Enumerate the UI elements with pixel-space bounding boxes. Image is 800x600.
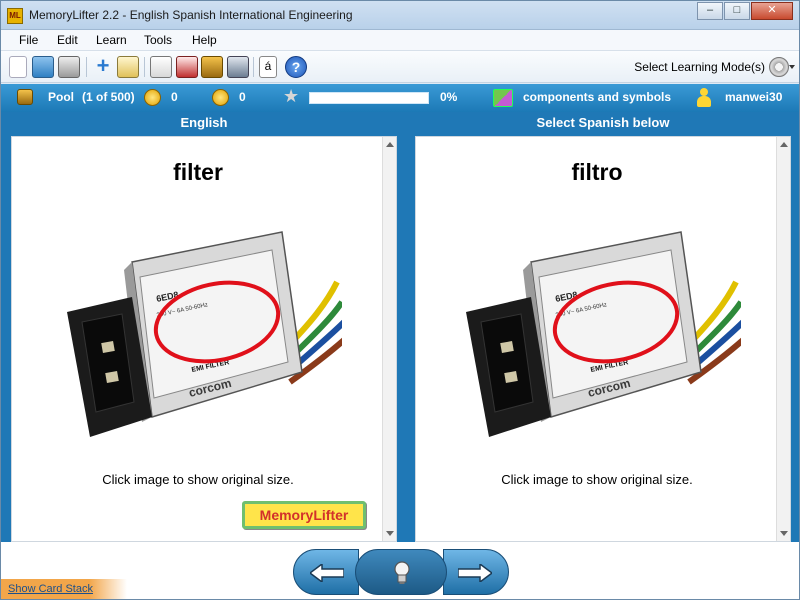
progress-bar bbox=[309, 92, 429, 104]
question-word: filter bbox=[173, 159, 223, 185]
user-icon bbox=[697, 88, 711, 107]
question-scrollbar[interactable] bbox=[382, 137, 396, 541]
progress-text: 0% bbox=[440, 90, 458, 104]
gear-icon[interactable] bbox=[769, 57, 789, 77]
slideshow-icon[interactable] bbox=[150, 56, 172, 78]
chapter-icon bbox=[493, 89, 513, 107]
menu-edit[interactable]: Edit bbox=[57, 33, 78, 47]
window-title: MemoryLifter 2.2 - English Spanish Inter… bbox=[29, 8, 353, 22]
help-icon[interactable]: ? bbox=[285, 56, 307, 78]
show-card-stack-link[interactable]: Show Card Stack bbox=[8, 583, 93, 595]
chevron-down-icon[interactable] bbox=[789, 65, 795, 69]
menu-help[interactable]: Help bbox=[192, 33, 217, 47]
learning-mode-label[interactable]: Select Learning Mode(s) bbox=[634, 60, 765, 74]
menu-bar: File Edit Learn Tools Help bbox=[1, 30, 799, 51]
menu-tools[interactable]: Tools bbox=[144, 33, 172, 47]
app-window: ML MemoryLifter 2.2 - English Spanish In… bbox=[0, 0, 800, 600]
title-bar: ML MemoryLifter 2.2 - English Spanish In… bbox=[1, 1, 799, 30]
emi-filter-image[interactable]: 6ED8 250 V~ 6A 50-60Hz EMI FILTER corcom bbox=[461, 222, 746, 462]
open-folder-icon[interactable] bbox=[32, 56, 54, 78]
minimize-button[interactable]: – bbox=[697, 2, 723, 20]
memorylifter-logo: MemoryLifter bbox=[242, 501, 366, 529]
hint-button[interactable] bbox=[355, 549, 447, 595]
app-logo-icon: ML bbox=[7, 8, 23, 24]
question-caption[interactable]: Click image to show original size. bbox=[12, 472, 384, 487]
toolbar-separator bbox=[86, 57, 87, 77]
pool-icon bbox=[17, 89, 33, 105]
close-button[interactable]: ✕ bbox=[751, 2, 793, 20]
answer-caption[interactable]: Click image to show original size. bbox=[416, 472, 778, 487]
edit-icon[interactable] bbox=[117, 56, 139, 78]
question-column-header: English bbox=[180, 115, 228, 130]
smiley-wrong-icon bbox=[144, 89, 161, 106]
arrow-right-icon bbox=[458, 564, 492, 582]
wrong-count: 0 bbox=[171, 90, 178, 104]
pool-count: (1 of 500) bbox=[82, 90, 135, 104]
answer-panel: filtro 6ED8 250 V~ 6A 50-60Hz EMI FILTER… bbox=[415, 136, 791, 542]
emi-filter-image[interactable]: 6ED8 250 V~ 6A 50-60Hz EMI FILTER corcom bbox=[62, 222, 347, 462]
lightbulb-icon bbox=[394, 561, 410, 584]
answer-word: filtro bbox=[571, 159, 623, 185]
user-name: manwei30 bbox=[725, 90, 783, 104]
menu-file[interactable]: File bbox=[19, 33, 38, 47]
pool-label: Pool bbox=[48, 90, 74, 104]
print-icon[interactable] bbox=[58, 56, 80, 78]
toolbar-separator bbox=[144, 57, 145, 77]
navigation-controls bbox=[293, 549, 509, 595]
tools-icon[interactable] bbox=[227, 56, 249, 78]
add-icon[interactable]: + bbox=[92, 55, 114, 78]
new-document-icon[interactable] bbox=[9, 56, 27, 78]
right-count: 0 bbox=[239, 90, 246, 104]
maximize-button[interactable]: □ bbox=[724, 2, 750, 20]
question-image[interactable]: 6ED8 250 V~ 6A 50-60Hz EMI FILTER corcom bbox=[62, 222, 347, 462]
smiley-right-icon bbox=[212, 89, 229, 106]
card-stack-icon[interactable] bbox=[201, 56, 223, 78]
answer-image[interactable]: 6ED8 250 V~ 6A 50-60Hz EMI FILTER corcom bbox=[461, 222, 746, 462]
toolbar-separator bbox=[253, 57, 254, 77]
arrow-left-icon bbox=[310, 564, 344, 582]
answer-scrollbar[interactable] bbox=[776, 137, 790, 541]
toolbar: + á ? Select Learning Mode(s) bbox=[1, 51, 799, 83]
next-button[interactable] bbox=[443, 549, 509, 595]
question-panel: filter 6ED8 250 V~ 6A 50-60Hz EMI FILTER… bbox=[11, 136, 397, 542]
chapter-name[interactable]: components and symbols bbox=[523, 90, 671, 104]
window-controls: – □ ✕ bbox=[697, 2, 793, 20]
menu-learn[interactable]: Learn bbox=[96, 33, 127, 47]
previous-button[interactable] bbox=[293, 549, 359, 595]
special-character-icon[interactable]: á bbox=[259, 56, 277, 78]
statistics-icon[interactable] bbox=[176, 56, 198, 78]
show-card-stack-tab[interactable]: Show Card Stack bbox=[1, 579, 127, 599]
status-bar: Pool (1 of 500) 0 0 ★ 0% components and … bbox=[1, 84, 799, 112]
answer-column-header: Select Spanish below bbox=[536, 115, 670, 130]
star-icon: ★ bbox=[283, 86, 300, 106]
